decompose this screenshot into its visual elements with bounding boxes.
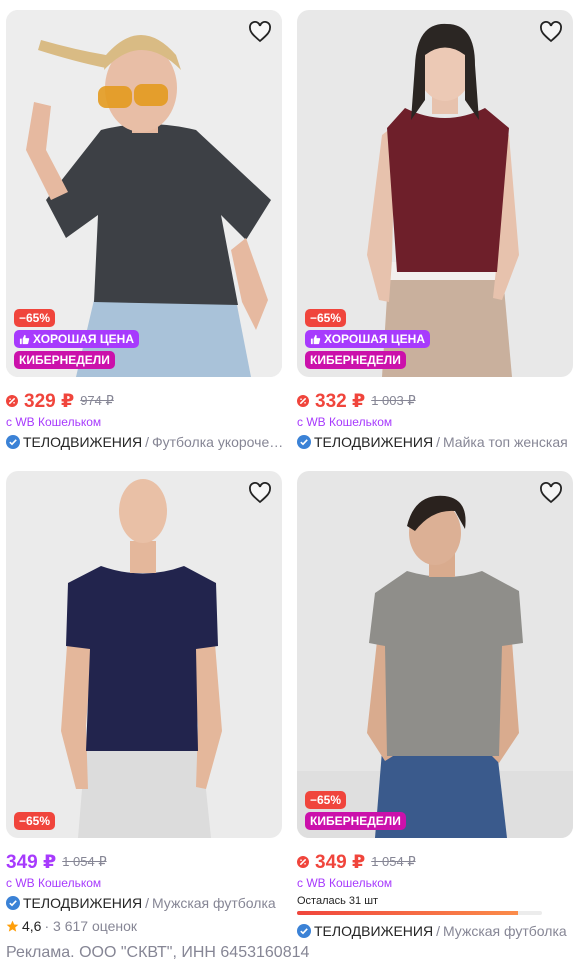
title-separator: / [145, 895, 149, 911]
verified-check-icon [6, 435, 20, 449]
reviews-count: · 3 617 оценок [44, 918, 138, 934]
wallet-label: с WB Кошельком [6, 415, 102, 429]
product-photo[interactable]: −65% [6, 471, 282, 838]
current-price: 332 ₽ [315, 390, 366, 412]
star-icon [6, 920, 19, 932]
good-price-badge: ХОРОШАЯ ЦЕНА [305, 330, 430, 348]
old-price: 1 003 ₽ [371, 393, 416, 408]
product-photo[interactable]: −65% КИБЕРНЕДЕЛИ [297, 471, 573, 838]
title-separator: / [145, 434, 149, 450]
title-separator: / [436, 434, 440, 450]
verified-check-icon [6, 896, 20, 910]
product-name: Мужская футболка [151, 895, 276, 911]
favorite-heart-icon[interactable] [246, 18, 274, 46]
product-image [297, 471, 573, 838]
stock-progress-fill [297, 911, 518, 915]
brand-name: ТЕЛОДВИЖЕНИЯ [23, 895, 143, 911]
thumbs-up-icon [19, 334, 30, 344]
favorite-heart-icon[interactable] [246, 479, 274, 507]
brand-name: ТЕЛОДВИЖЕНИЯ [314, 434, 434, 450]
discount-badge: −65% [14, 309, 56, 327]
promo-badge: КИБЕРНЕДЕЛИ [305, 812, 406, 830]
product-name: Мужская футболка [442, 923, 567, 939]
rating[interactable]: 4,6 · 3 617 оценок [6, 918, 137, 934]
brand-name: ТЕЛОДВИЖЕНИЯ [314, 923, 434, 939]
current-price: 349 ₽ [315, 851, 366, 873]
good-price-label: ХОРОШАЯ ЦЕНА [33, 332, 134, 346]
wallet-discount-icon [6, 395, 18, 407]
old-price: 974 ₽ [80, 393, 114, 408]
product-image [6, 471, 282, 838]
good-price-label: ХОРОШАЯ ЦЕНА [324, 332, 425, 346]
wallet-label: с WB Кошельком [6, 876, 102, 890]
product-title[interactable]: ТЕЛОДВИЖЕНИЯ / Мужская футболка [6, 895, 286, 911]
promo-badge: КИБЕРНЕДЕЛИ [305, 351, 406, 369]
wallet-discount-icon [297, 856, 309, 868]
rating-value: 4,6 [22, 918, 42, 934]
promo-badge: КИБЕРНЕДЕЛИ [14, 351, 115, 369]
discount-badge: −65% [14, 812, 56, 830]
product-name: Футболка укороченная [151, 434, 286, 450]
verified-check-icon [297, 435, 311, 449]
stock-left-label: Осталась 31 шт [297, 895, 379, 907]
ad-disclaimer: Реклама. ООО "СКВТ", ИНН 6453160814 [6, 944, 310, 961]
stock-progress-bar [297, 911, 542, 915]
wallet-label: с WB Кошельком [297, 876, 393, 890]
product-photo[interactable]: −65% ХОРОШАЯ ЦЕНА КИБЕРНЕДЕЛИ [6, 10, 282, 377]
wallet-discount-icon [297, 395, 309, 407]
title-separator: / [436, 923, 440, 939]
favorite-heart-icon[interactable] [537, 479, 565, 507]
old-price: 1 054 ₽ [371, 854, 416, 869]
good-price-badge: ХОРОШАЯ ЦЕНА [14, 330, 139, 348]
current-price: 329 ₽ [24, 390, 75, 412]
discount-badge: −65% [305, 791, 347, 809]
current-price: 349 ₽ [6, 851, 57, 873]
old-price: 1 054 ₽ [62, 854, 107, 869]
product-name: Майка топ женская [442, 434, 568, 450]
product-title[interactable]: ТЕЛОДВИЖЕНИЯ / Футболка укороченная [6, 434, 286, 450]
favorite-heart-icon[interactable] [537, 18, 565, 46]
verified-check-icon [297, 924, 311, 938]
product-title[interactable]: ТЕЛОДВИЖЕНИЯ / Майка топ женская [297, 434, 577, 450]
wallet-label: с WB Кошельком [297, 415, 393, 429]
product-title[interactable]: ТЕЛОДВИЖЕНИЯ / Мужская футболка [297, 923, 577, 939]
brand-name: ТЕЛОДВИЖЕНИЯ [23, 434, 143, 450]
product-photo[interactable]: −65% ХОРОШАЯ ЦЕНА КИБЕРНЕДЕЛИ [297, 10, 573, 377]
thumbs-up-icon [310, 334, 321, 344]
discount-badge: −65% [305, 309, 347, 327]
